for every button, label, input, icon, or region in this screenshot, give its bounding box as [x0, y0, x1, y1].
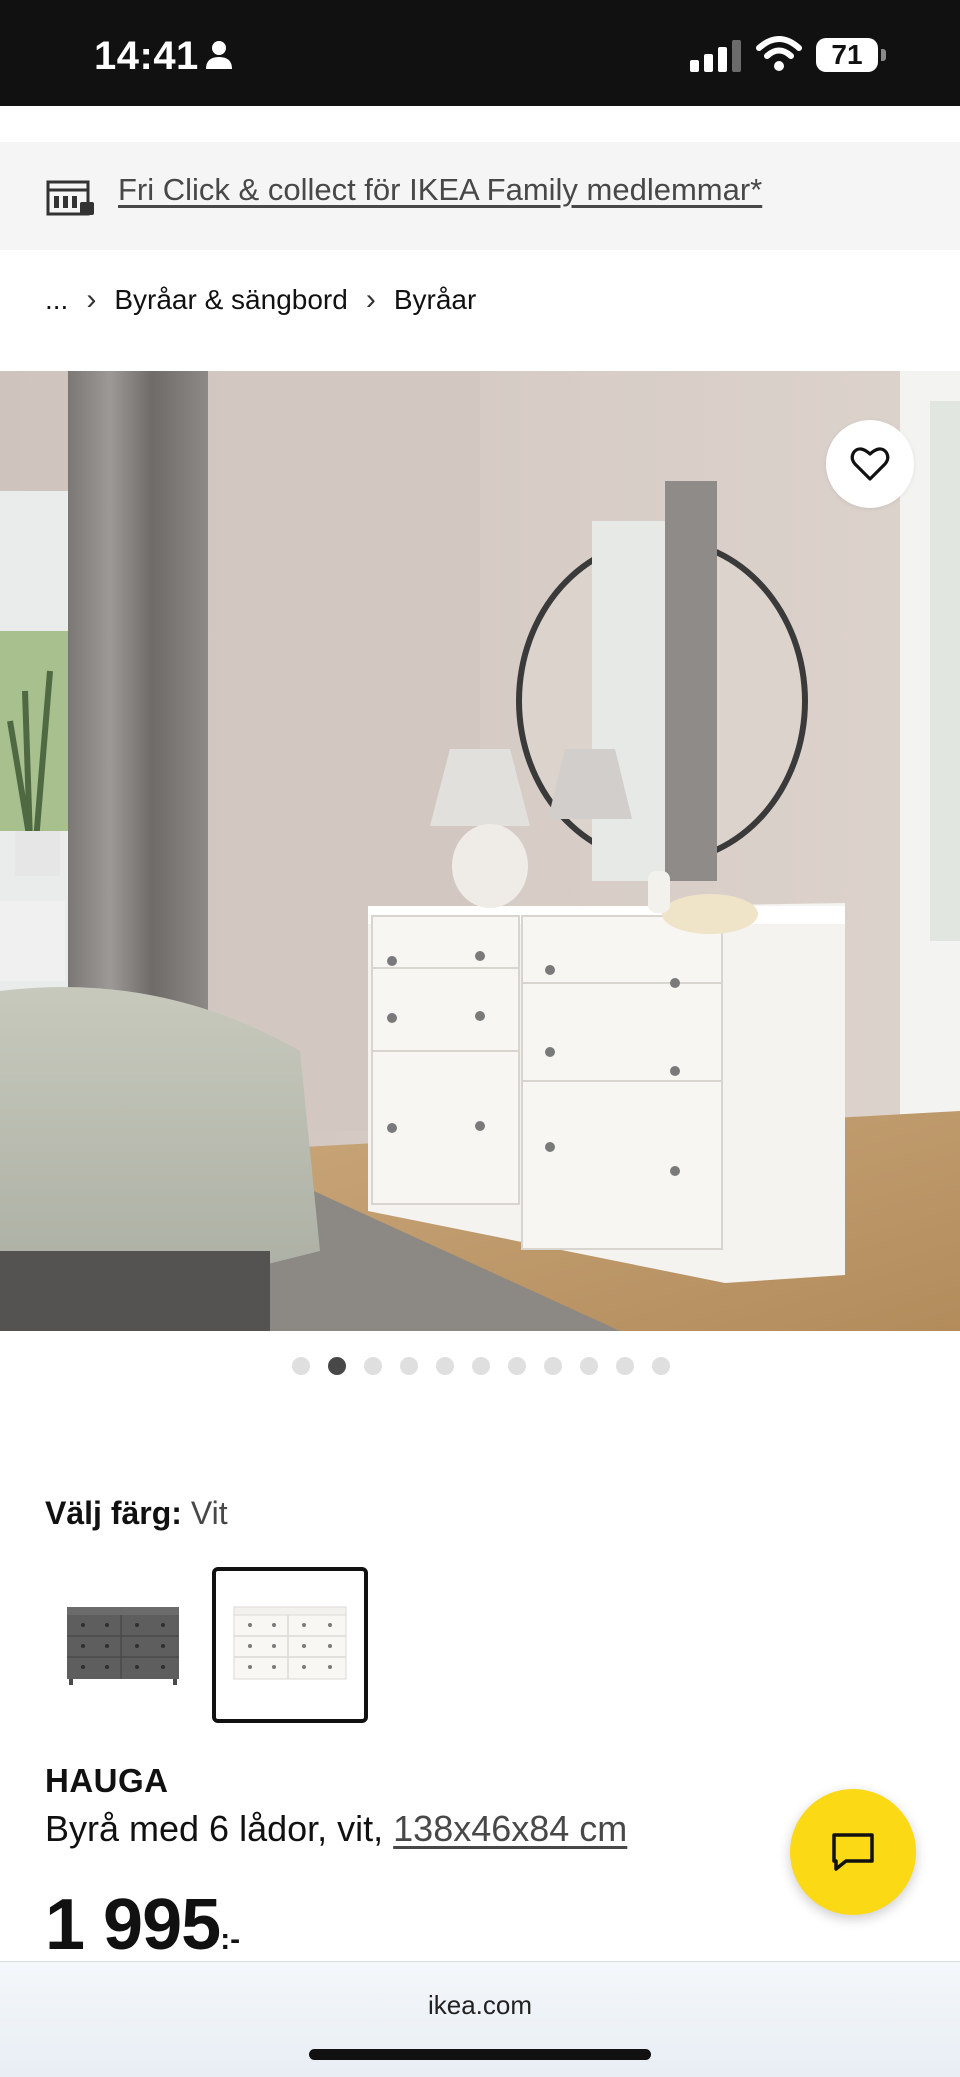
browser-url[interactable]: ikea.com — [0, 1990, 960, 2021]
breadcrumb-ellipsis[interactable]: ... — [45, 284, 68, 316]
product-name: HAUGA — [45, 1762, 169, 1799]
home-indicator[interactable] — [309, 2049, 651, 2060]
color-swatch-white-selected[interactable] — [212, 1567, 368, 1723]
cellular-signal-icon — [690, 40, 742, 77]
product-price: 1 995:- — [45, 1884, 240, 1966]
carousel-dot[interactable] — [400, 1357, 418, 1375]
favorite-button[interactable] — [826, 420, 914, 508]
carousel-dot[interactable] — [364, 1357, 382, 1375]
click-collect-link[interactable]: Fri Click & collect för IKEA Family medl… — [118, 172, 762, 208]
product-measurement-link[interactable]: 138x46x84 cm — [393, 1808, 627, 1849]
price-suffix: :- — [220, 1923, 241, 1956]
person-icon — [206, 40, 232, 75]
color-selected-value: Vit — [190, 1495, 228, 1531]
promo-banner[interactable]: Fri Click & collect för IKEA Family medl… — [0, 142, 960, 250]
breadcrumb-item-byraar-sangbord[interactable]: Byråar & sängbord — [114, 284, 347, 316]
product-image[interactable] — [0, 371, 960, 1331]
carousel-dot[interactable] — [292, 1357, 310, 1375]
color-chooser-label: Välj färg: Vit — [45, 1495, 228, 1532]
breadcrumb-item-byraar[interactable]: Byråar — [394, 284, 476, 316]
price-value: 1 995 — [45, 1885, 221, 1965]
carousel-dot[interactable] — [472, 1357, 490, 1375]
product-description: Byrå med 6 lådor, vit, 138x46x84 cm — [45, 1808, 627, 1850]
carousel-dot[interactable] — [508, 1357, 526, 1375]
product-description-text: Byrå med 6 lådor, vit, — [45, 1808, 394, 1849]
breadcrumb: ... › Byråar & sängbord › Byråar — [45, 280, 476, 320]
browser-bottom-bar: ikea.com — [0, 1961, 960, 2077]
chat-button[interactable] — [790, 1789, 916, 1915]
carousel-dot[interactable] — [616, 1357, 634, 1375]
carousel-dots[interactable] — [292, 1357, 670, 1375]
carousel-dot[interactable] — [436, 1357, 454, 1375]
carousel-dot[interactable] — [652, 1357, 670, 1375]
carousel-dot[interactable] — [544, 1357, 562, 1375]
heart-icon — [850, 447, 890, 481]
wifi-icon — [756, 36, 802, 77]
status-time: 14:41 — [94, 34, 199, 78]
chat-bubble-icon — [832, 1833, 874, 1871]
chevron-right-icon: › — [86, 283, 97, 316]
status-bar: 14:41 71 — [0, 0, 960, 106]
chevron-right-icon: › — [365, 283, 376, 316]
store-icon — [46, 178, 96, 223]
carousel-dot-active[interactable] — [328, 1357, 346, 1375]
battery-icon: 71 — [816, 38, 878, 72]
color-swatch-grey[interactable] — [45, 1567, 201, 1723]
color-label: Välj färg: — [45, 1495, 182, 1531]
battery-tip — [881, 49, 886, 61]
carousel-dot[interactable] — [580, 1357, 598, 1375]
